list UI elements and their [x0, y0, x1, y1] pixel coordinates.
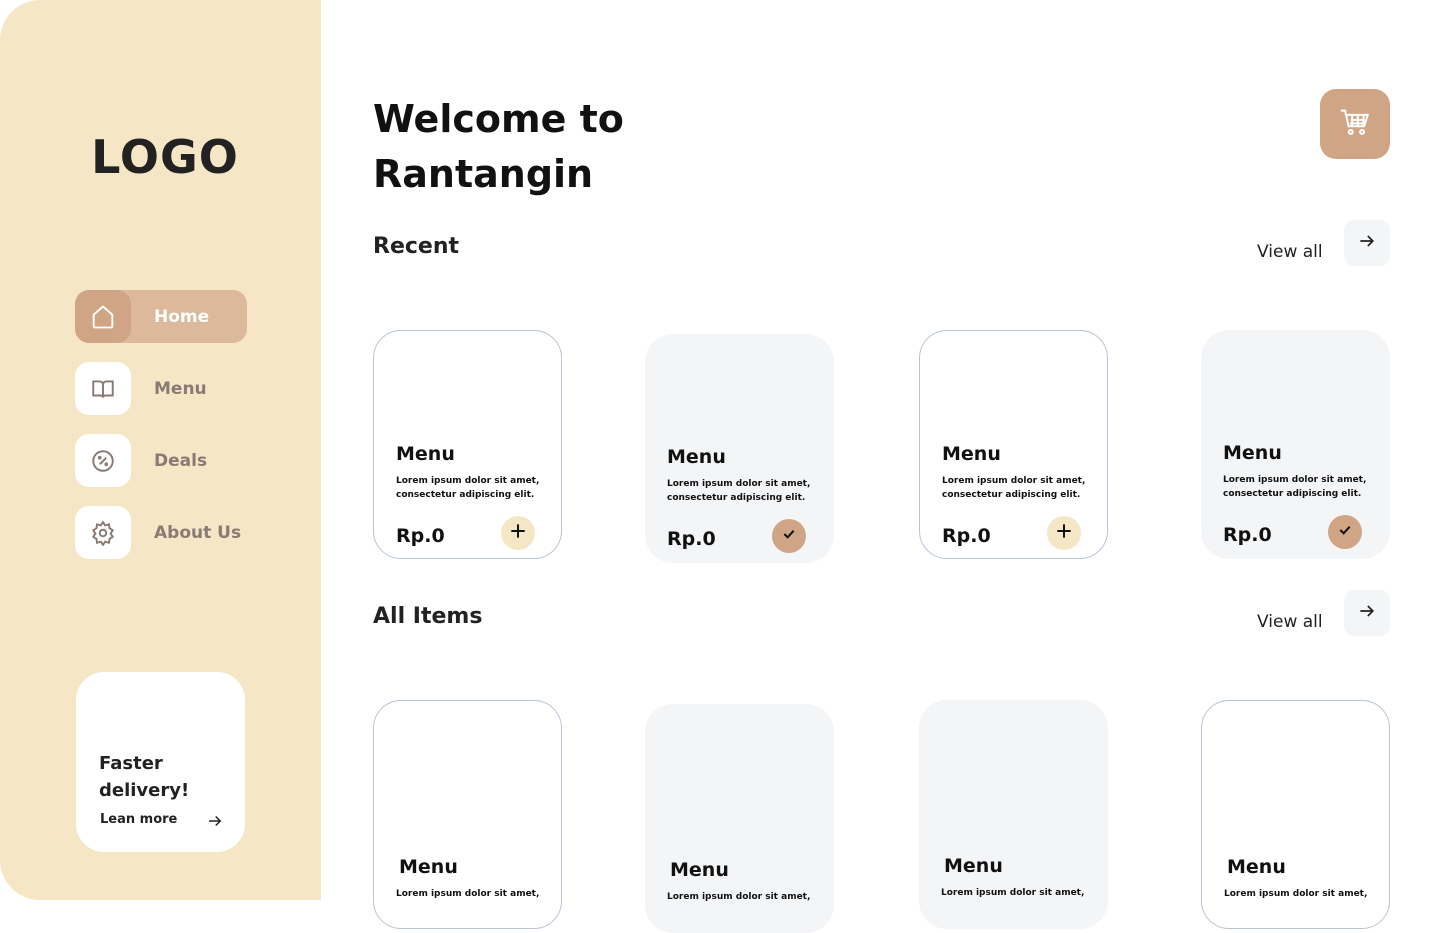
sidebar-item-deals[interactable]: Deals	[75, 434, 207, 487]
menu-card-description: Lorem ipsum dolor sit amet,	[396, 889, 540, 899]
promo-card: Faster delivery! Lean more	[76, 672, 245, 852]
menu-card-description: Lorem ipsum dolor sit amet,	[1224, 889, 1368, 899]
menu-card[interactable]: Menu Lorem ipsum dolor sit amet,	[919, 700, 1108, 929]
page-title: Welcome to Rantangin	[373, 97, 624, 196]
menu-card-description: Lorem ipsum dolor sit amet,	[941, 888, 1085, 898]
menu-card-price: Rp.0	[396, 525, 445, 547]
arrow-right-icon	[1357, 231, 1377, 255]
sidebar-item-about-us[interactable]: About Us	[75, 506, 241, 559]
sidebar-item-label: Home	[154, 306, 210, 327]
menu-card[interactable]: Menu Lorem ipsum dolor sit amet, consect…	[645, 334, 834, 563]
menu-card-price: Rp.0	[1223, 524, 1272, 546]
menu-card-price: Rp.0	[942, 525, 991, 547]
menu-card[interactable]: Menu Lorem ipsum dolor sit amet, consect…	[1201, 330, 1390, 559]
plus-icon	[1054, 521, 1074, 545]
menu-card-name: Menu	[667, 446, 726, 468]
menu-card-description: Lorem ipsum dolor sit amet, consectetur …	[942, 476, 1086, 500]
home-icon	[75, 290, 131, 343]
all-items-view-all-button[interactable]	[1344, 590, 1390, 636]
check-icon	[1337, 522, 1353, 542]
sidebar-item-menu[interactable]: Menu	[75, 362, 207, 415]
menu-card-description: Lorem ipsum dolor sit amet,	[667, 892, 811, 902]
menu-card-description: Lorem ipsum dolor sit amet, consectetur …	[1223, 475, 1367, 499]
recent-view-all-button[interactable]	[1344, 220, 1390, 266]
arrow-right-icon[interactable]	[206, 812, 224, 834]
sidebar-item-home[interactable]: Home	[75, 290, 247, 343]
menu-card-name: Menu	[942, 443, 1001, 465]
added-button[interactable]	[1328, 515, 1362, 549]
menu-card[interactable]: Menu Lorem ipsum dolor sit amet,	[1201, 700, 1390, 929]
menu-card[interactable]: Menu Lorem ipsum dolor sit amet,	[645, 704, 834, 933]
recent-view-all-link[interactable]: View all	[1257, 242, 1323, 262]
sidebar-item-label: Menu	[154, 378, 207, 399]
logo: LOGO	[91, 130, 239, 184]
menu-card-name: Menu	[399, 856, 458, 878]
menu-card-price: Rp.0	[667, 528, 716, 550]
promo-title: Faster delivery!	[99, 753, 190, 801]
book-icon	[75, 362, 131, 415]
menu-card-name: Menu	[944, 855, 1003, 877]
menu-card-name: Menu	[1227, 856, 1286, 878]
arrow-right-icon	[1357, 601, 1377, 625]
gear-icon	[75, 506, 131, 559]
menu-card-description: Lorem ipsum dolor sit amet, consectetur …	[667, 479, 811, 503]
added-button[interactable]	[772, 519, 806, 553]
add-to-cart-button[interactable]	[1047, 516, 1081, 550]
all-items-heading: All Items	[373, 604, 483, 629]
cart-icon	[1338, 105, 1372, 143]
sidebar-item-label: About Us	[154, 522, 242, 543]
sidebar-item-label: Deals	[154, 450, 208, 471]
learn-more-link[interactable]: Lean more	[100, 812, 177, 827]
plus-icon	[508, 521, 528, 545]
menu-card-description: Lorem ipsum dolor sit amet, consectetur …	[396, 476, 540, 500]
discount-icon	[75, 434, 131, 487]
recent-heading: Recent	[373, 234, 460, 259]
check-icon	[781, 526, 797, 546]
menu-card[interactable]: Menu Lorem ipsum dolor sit amet, consect…	[373, 330, 562, 559]
menu-card-name: Menu	[670, 859, 729, 881]
menu-card[interactable]: Menu Lorem ipsum dolor sit amet,	[373, 700, 562, 929]
cart-button[interactable]	[1320, 89, 1390, 159]
add-to-cart-button[interactable]	[501, 516, 535, 550]
menu-card-name: Menu	[1223, 442, 1282, 464]
sidebar: LOGO Home Menu Deals About Us Faster del…	[0, 0, 321, 900]
menu-card-name: Menu	[396, 443, 455, 465]
all-items-view-all-link[interactable]: View all	[1257, 612, 1323, 632]
menu-card[interactable]: Menu Lorem ipsum dolor sit amet, consect…	[919, 330, 1108, 559]
